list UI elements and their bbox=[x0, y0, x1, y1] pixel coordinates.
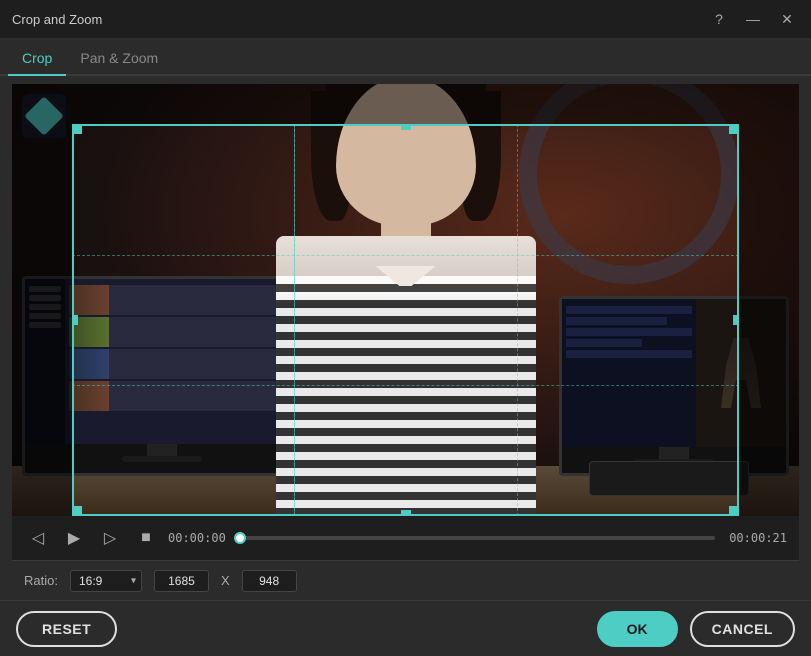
height-input[interactable] bbox=[242, 570, 297, 592]
crop-mask-right bbox=[739, 124, 799, 516]
ratio-label: Ratio: bbox=[24, 573, 58, 588]
crop-handle-bl[interactable] bbox=[72, 506, 82, 516]
crop-grid-vertical-1 bbox=[294, 124, 295, 516]
crop-handle-right[interactable] bbox=[733, 315, 739, 325]
titlebar: Crop and Zoom ? — ✕ bbox=[0, 0, 811, 38]
playback-controls: ◁ ▶ ▷ ■ 00:00:00 00:00:21 bbox=[12, 516, 799, 560]
video-area bbox=[12, 84, 799, 516]
crop-handle-top[interactable] bbox=[401, 124, 411, 130]
crop-handle-left[interactable] bbox=[72, 315, 78, 325]
crop-mask-left bbox=[12, 124, 72, 516]
crop-mask-top bbox=[12, 84, 799, 124]
crop-grid-horizontal-1 bbox=[72, 255, 739, 256]
time-total: 00:00:21 bbox=[727, 531, 787, 545]
reset-button[interactable]: RESET bbox=[16, 611, 117, 647]
play-button[interactable]: ▶ bbox=[60, 524, 88, 552]
close-button[interactable]: ✕ bbox=[775, 7, 799, 31]
ratio-select-wrapper[interactable]: 16:9 4:3 1:1 9:16 Custom ▾ bbox=[70, 570, 142, 592]
window: Crop and Zoom ? — ✕ Crop Pan & Zoom bbox=[0, 0, 811, 656]
crop-grid-vertical-2 bbox=[517, 124, 518, 516]
width-input[interactable] bbox=[154, 570, 209, 592]
minimize-button[interactable]: — bbox=[741, 7, 765, 31]
crop-handle-tr[interactable] bbox=[729, 124, 739, 134]
crop-border[interactable] bbox=[72, 124, 739, 516]
tab-bar: Crop Pan & Zoom bbox=[0, 38, 811, 76]
tab-pan-zoom[interactable]: Pan & Zoom bbox=[66, 42, 172, 76]
crop-overlay[interactable] bbox=[12, 84, 799, 516]
play-button-2[interactable]: ▷ bbox=[96, 524, 124, 552]
stop-button[interactable]: ■ bbox=[132, 524, 160, 552]
settings-bar: Ratio: 16:9 4:3 1:1 9:16 Custom ▾ X bbox=[12, 560, 799, 600]
ratio-select[interactable]: 16:9 4:3 1:1 9:16 Custom bbox=[70, 570, 142, 592]
crop-handle-bottom[interactable] bbox=[401, 510, 411, 516]
progress-thumb[interactable] bbox=[234, 532, 246, 544]
cancel-button[interactable]: CANCEL bbox=[690, 611, 795, 647]
titlebar-controls: ? — ✕ bbox=[707, 7, 799, 31]
window-title: Crop and Zoom bbox=[12, 12, 707, 27]
crop-handle-br[interactable] bbox=[729, 506, 739, 516]
progress-bar[interactable] bbox=[240, 536, 715, 540]
x-separator: X bbox=[221, 573, 230, 588]
crop-grid-horizontal-2 bbox=[72, 385, 739, 386]
time-current: 00:00:00 bbox=[168, 531, 228, 545]
frame-back-button[interactable]: ◁ bbox=[24, 524, 52, 552]
crop-handle-tl[interactable] bbox=[72, 124, 82, 134]
tab-crop[interactable]: Crop bbox=[8, 42, 66, 76]
footer-right: OK CANCEL bbox=[597, 611, 795, 647]
help-button[interactable]: ? bbox=[707, 7, 731, 31]
ok-button[interactable]: OK bbox=[597, 611, 678, 647]
footer: RESET OK CANCEL bbox=[0, 600, 811, 656]
